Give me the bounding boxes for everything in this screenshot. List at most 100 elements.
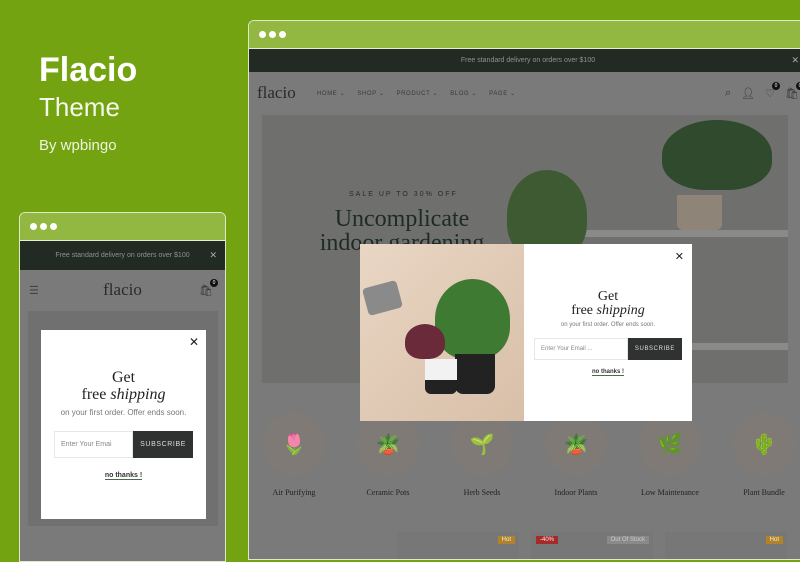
category-item[interactable]: 🪴 Indoor Plants (544, 413, 608, 497)
hamburger-menu-icon[interactable]: ☰ (29, 284, 39, 297)
window-dot-icon (30, 223, 37, 230)
plant-image (405, 324, 445, 359)
popup-form-area: ✕ Get free shipping on your first order. … (41, 330, 206, 519)
category-label: Indoor Plants (554, 488, 598, 497)
popup-plant-image (360, 244, 524, 421)
newsletter-popup: ✕ Get free shipping on your first order. … (41, 330, 206, 519)
mobile-titlebar (20, 213, 225, 241)
pot-image (677, 195, 722, 230)
nav-product[interactable]: PRODUCT (397, 90, 439, 97)
mobile-header: ☰ flacio 🛍︎ 0 (20, 270, 225, 310)
window-dot-icon (269, 31, 276, 38)
cart-icon[interactable]: 🛍︎0 (199, 278, 218, 297)
desktop-titlebar (249, 21, 800, 49)
popup-title: Get free shipping (82, 369, 166, 403)
popup-subtitle: on your first order. Offer ends soon. (60, 408, 187, 417)
subscribe-form: Enter Your Email ... SUBSCRIBE (534, 337, 682, 360)
window-dot-icon (50, 223, 57, 230)
popup-title-word: free (571, 302, 594, 318)
herb-seeds-icon: 🌱 (451, 413, 513, 475)
low-maintenance-icon: 🌿 (639, 413, 701, 475)
popup-title-emphasis: shipping (110, 386, 166, 403)
category-label: Ceramic Pots (366, 488, 410, 497)
nav-home[interactable]: HOME (317, 90, 345, 97)
hero-sale-text: SALE UP TO 30% OFF (349, 191, 458, 198)
nav-shop[interactable]: SHOP (357, 90, 384, 97)
site-logo[interactable]: flacio (103, 280, 142, 300)
subscribe-form: Enter Your Emai SUBSCRIBE (54, 431, 193, 458)
desktop-window: Free standard delivery on orders over $1… (248, 20, 800, 560)
watering-can-image (361, 279, 404, 317)
plant-image (435, 279, 510, 359)
email-input[interactable]: Enter Your Emai (54, 431, 134, 458)
email-input[interactable]: Enter Your Email ... (534, 337, 628, 360)
product-row: Hot -40% Out Of Stock Hot (397, 532, 787, 559)
category-item[interactable]: 🌷 Air Purifying (262, 413, 326, 497)
pot-image (455, 354, 495, 394)
discount-badge: -40% (536, 536, 559, 544)
close-icon[interactable]: ✕ (189, 335, 199, 349)
cart-icon[interactable]: 🛍︎0 (785, 81, 800, 100)
popup-title-line1: Get (111, 369, 136, 386)
window-dot-icon (279, 31, 286, 38)
pot-image (425, 359, 457, 394)
close-icon[interactable]: ✕ (675, 250, 684, 263)
category-item[interactable]: 🌵 Plant Bundle (732, 413, 796, 497)
ceramic-pots-icon: 🪴 (357, 413, 419, 475)
newsletter-popup: ✕ Get free shipping on your first order. … (360, 244, 692, 421)
wishlist-count: 0 (772, 81, 781, 90)
popup-title-word: free (81, 386, 107, 403)
category-label: Herb Seeds (463, 488, 501, 497)
shelf-decoration (562, 230, 788, 237)
brand-name: Flacio (39, 51, 138, 89)
indoor-plants-icon: 🪴 (545, 413, 607, 475)
popup-title-line1: Get (597, 288, 619, 304)
popup-title: Get free shipping (571, 288, 645, 318)
brand-subtitle: Theme (39, 92, 120, 122)
cart-count: 0 (210, 278, 218, 287)
hot-badge: Hot (765, 536, 783, 544)
out-of-stock-badge: Out Of Stock (606, 536, 649, 544)
category-label: Air Purifying (272, 488, 316, 497)
promo-bar: Free standard delivery on orders over $1… (20, 241, 225, 270)
brand-author: By wpbingo (39, 137, 117, 154)
window-dot-icon (259, 31, 266, 38)
promo-close-icon[interactable]: ✕ (791, 55, 799, 66)
brand-block: Flacio Theme By wpbingo (39, 52, 137, 154)
promo-text: Free standard delivery on orders over $1… (55, 252, 190, 259)
search-icon[interactable]: ⌕ (725, 87, 731, 100)
promo-close-icon[interactable]: ✕ (209, 250, 217, 261)
cart-count: 0 (796, 81, 800, 90)
site-header: flacio HOME SHOP PRODUCT BLOG PAGE ⌕ 👤︎ … (249, 72, 800, 114)
subscribe-button[interactable]: SUBSCRIBE (627, 337, 682, 360)
popup-form-area: ✕ Get free shipping on your first order. … (524, 244, 692, 421)
nav-blog[interactable]: BLOG (450, 90, 477, 97)
category-item[interactable]: 🪴 Ceramic Pots (356, 413, 420, 497)
product-card[interactable]: Hot (397, 532, 519, 559)
category-label: Low Maintenance (641, 488, 699, 497)
category-item[interactable]: 🌱 Herb Seeds (450, 413, 514, 497)
popup-title-emphasis: shipping (596, 302, 645, 318)
hot-badge: Hot (497, 536, 515, 544)
window-dot-icon (40, 223, 47, 230)
main-nav: HOME SHOP PRODUCT BLOG PAGE (317, 90, 516, 97)
wishlist-icon[interactable]: ♡ 0 (765, 81, 781, 100)
subscribe-button[interactable]: SUBSCRIBE (133, 431, 193, 458)
no-thanks-link[interactable]: no thanks ! (104, 472, 143, 480)
promo-bar: Free standard delivery on orders over $1… (249, 49, 800, 72)
plant-bundle-icon: 🌵 (733, 413, 795, 475)
no-thanks-link[interactable]: no thanks ! (591, 369, 624, 376)
category-item[interactable]: 🌿 Low Maintenance (638, 413, 702, 497)
nav-page[interactable]: PAGE (489, 90, 516, 97)
air-purifying-icon: 🌷 (263, 413, 325, 475)
mobile-window: Free standard delivery on orders over $1… (19, 212, 226, 562)
user-icon[interactable]: 👤︎ (741, 87, 755, 100)
product-card[interactable]: Hot (665, 532, 787, 559)
promo-text: Free standard delivery on orders over $1… (460, 57, 596, 64)
popup-subtitle: on your first order. Offer ends soon. (560, 321, 656, 328)
product-card[interactable]: -40% Out Of Stock (531, 532, 653, 559)
category-label: Plant Bundle (743, 488, 785, 497)
plant-image (662, 120, 772, 190)
site-logo[interactable]: flacio (257, 83, 317, 103)
category-list: 🌷 Air Purifying 🪴 Ceramic Pots 🌱 Herb Seeds… (262, 413, 796, 497)
